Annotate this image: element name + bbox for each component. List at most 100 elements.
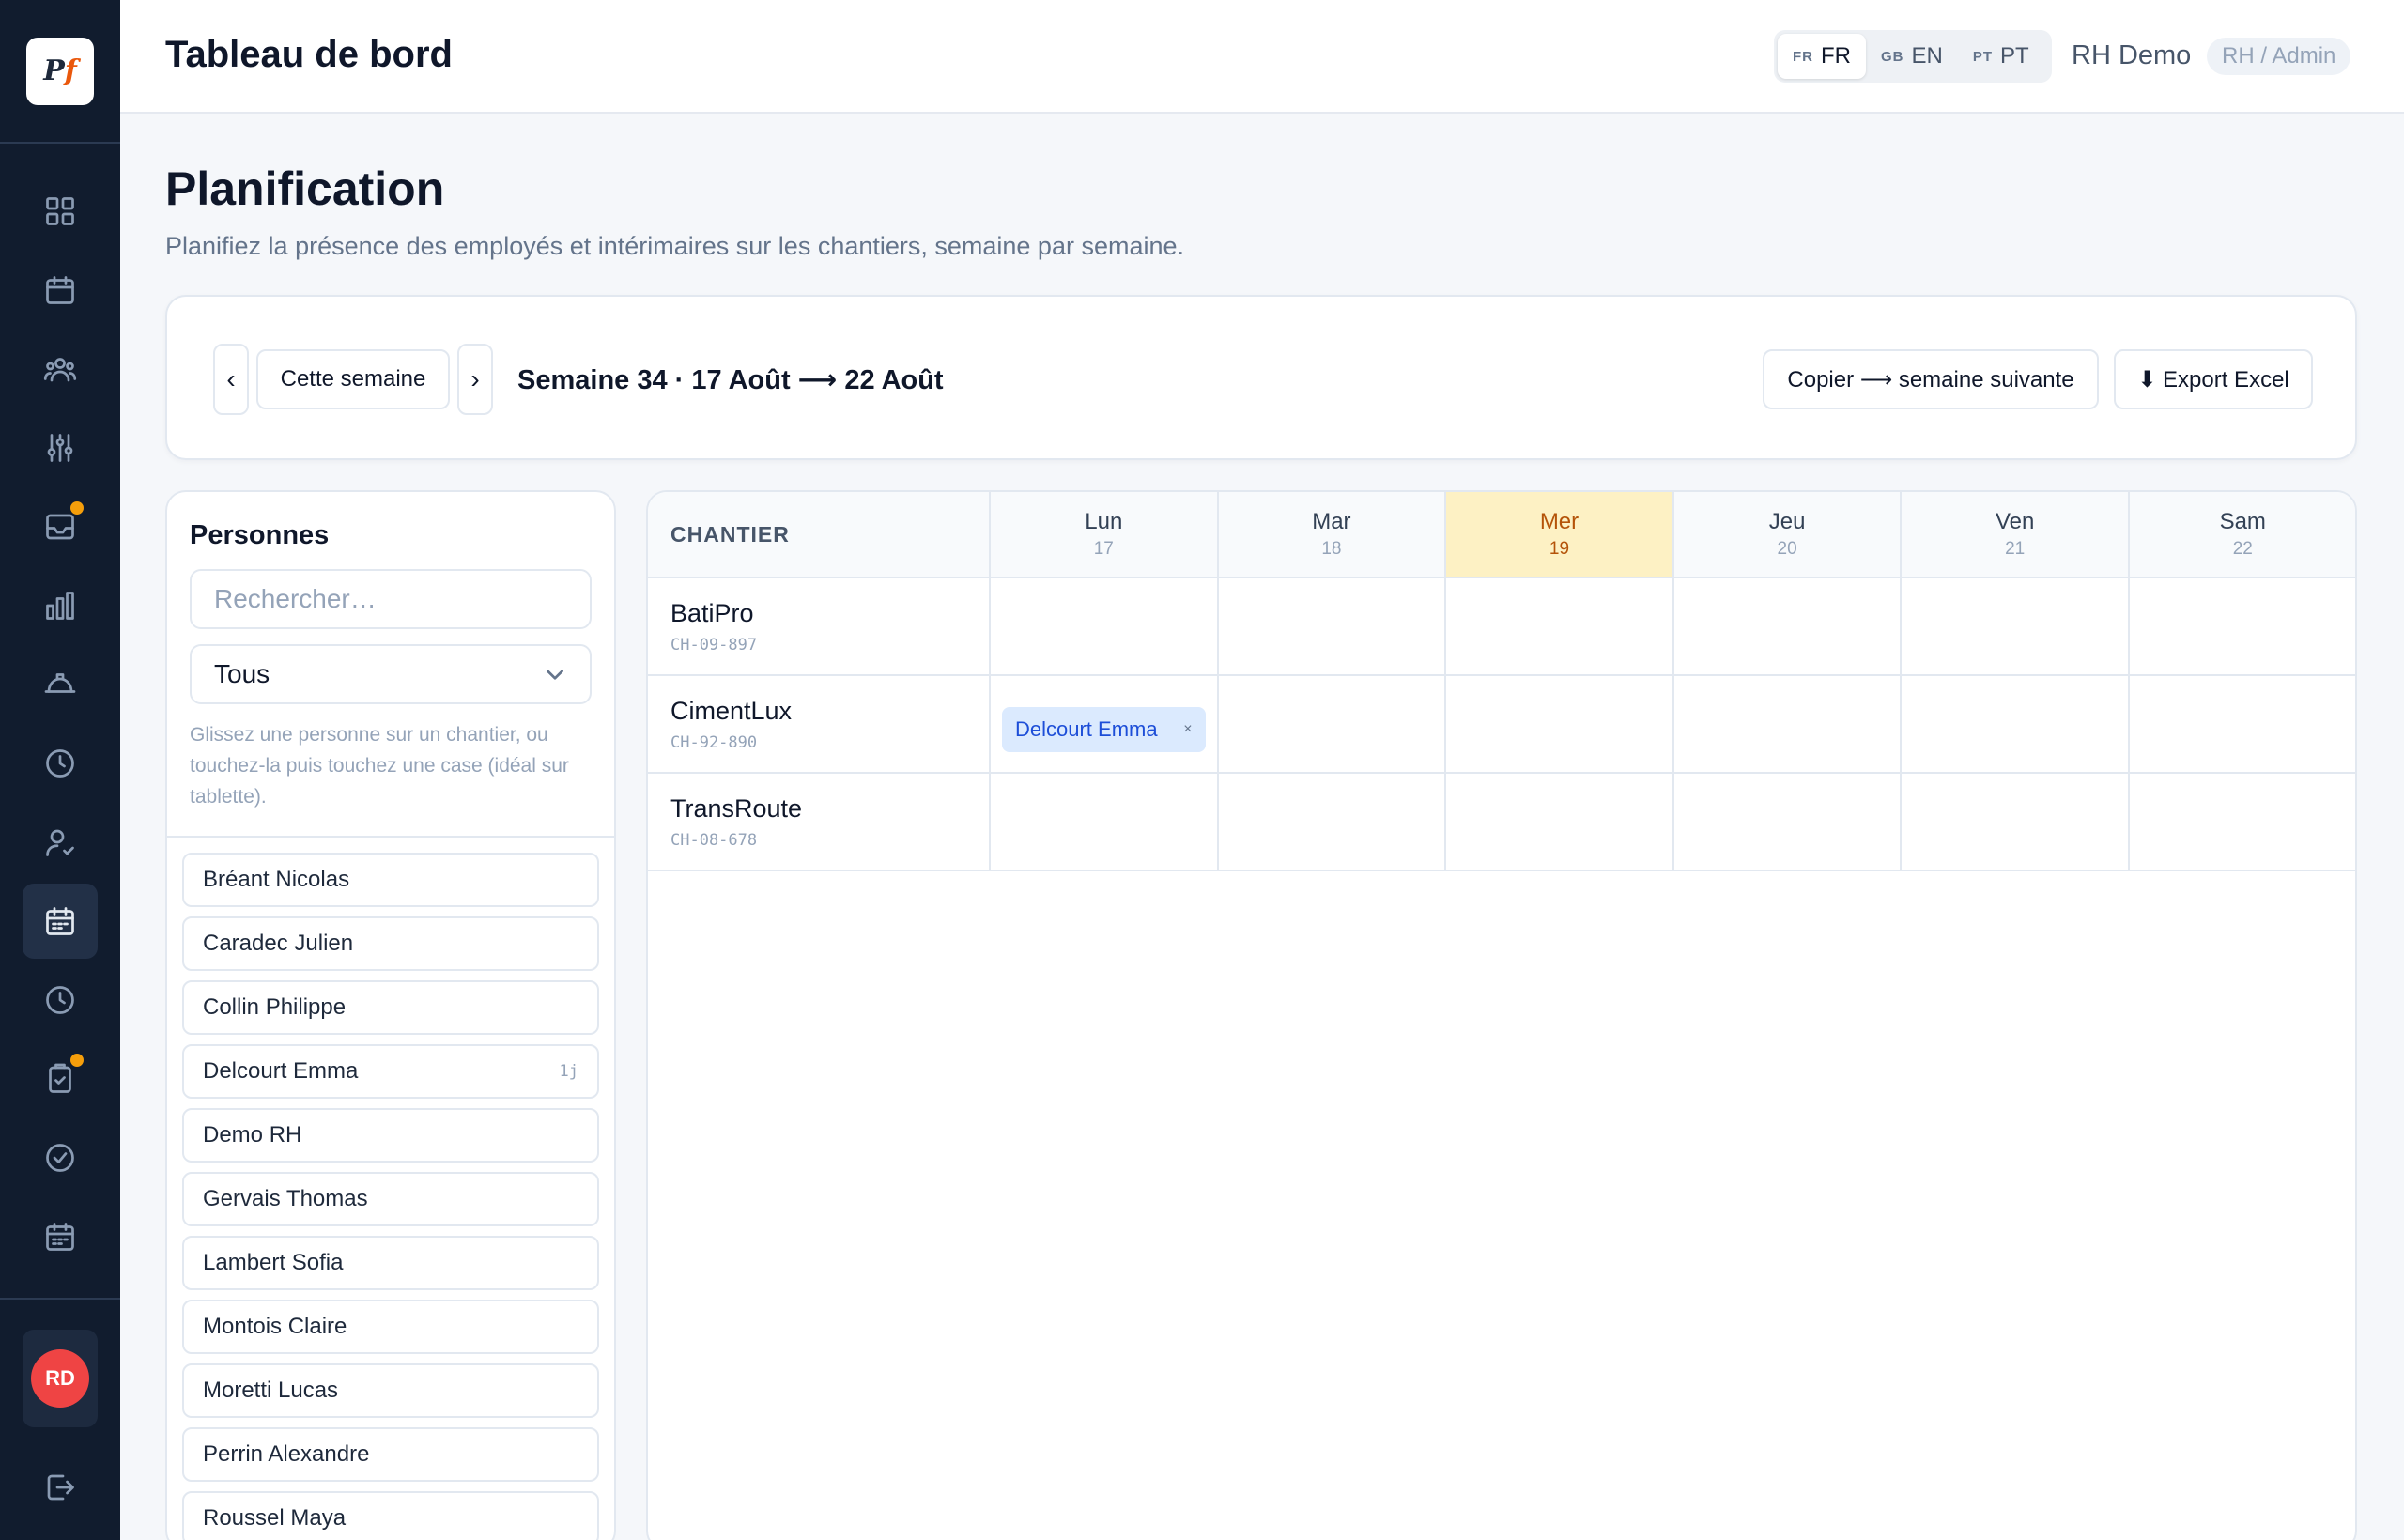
sidebar-item-reports[interactable] [23, 568, 98, 643]
person-item[interactable]: Delcourt Emma 1j [182, 1044, 599, 1099]
person-item[interactable]: Collin Philippe [182, 980, 599, 1035]
person-name: Lambert Sofia [203, 1250, 344, 1275]
sidebar-item-sites[interactable] [23, 647, 98, 722]
filter-value: Tous [214, 659, 270, 688]
search-input[interactable] [190, 569, 592, 629]
sidebar-item-schedule[interactable] [23, 1199, 98, 1274]
schedule-cell[interactable] [2128, 675, 2355, 774]
copy-next-week-button[interactable]: Copier ⟶ semaine suivante [1763, 349, 2099, 409]
sidebar-item-dashboard[interactable] [23, 174, 98, 249]
person-name: Bréant Nicolas [203, 867, 350, 892]
week-label: Semaine 34 · 17 Août ⟶ 22 Août [517, 365, 944, 395]
person-item[interactable]: Caradec Julien [182, 916, 599, 971]
person-name: Gervais Thomas [203, 1186, 368, 1211]
person-day-count: 1j [559, 1062, 578, 1081]
divider [167, 836, 614, 838]
sidebar-item-inbox[interactable] [23, 489, 98, 564]
lang-button-pt[interactable]: PT PT [1958, 34, 2044, 79]
person-item[interactable]: Lambert Sofia [182, 1236, 599, 1290]
day-name: Mer [1539, 509, 1580, 534]
remove-assignment-icon[interactable]: × [1183, 721, 1192, 738]
schedule-cell[interactable]: Delcourt Emma × [990, 675, 1219, 774]
user-avatar-button[interactable]: RD [23, 1330, 98, 1427]
person-item[interactable]: Moretti Lucas [182, 1363, 599, 1418]
app-logo[interactable]: Pf [26, 37, 94, 105]
sidebar-item-calendar[interactable] [23, 253, 98, 328]
sidebar-item-settings[interactable] [23, 410, 98, 485]
clock-icon [46, 749, 74, 778]
schedule-cell[interactable] [990, 773, 1219, 871]
site-row: BatiPro CH-09-897 [648, 578, 2355, 676]
planning-table: CHANTIER Lun 17 Mar 18 Mer 19 Jeu 20 Ven 21 Sam 22 … [648, 492, 2355, 871]
column-header-day: Sam 22 [2128, 492, 2355, 578]
schedule-cell[interactable] [1217, 578, 1447, 676]
calendar-icon [46, 276, 74, 304]
person-item[interactable]: Roussel Maya [182, 1491, 599, 1540]
assignment-chip[interactable]: Delcourt Emma × [1002, 707, 1206, 752]
people-filter-select[interactable]: Tous [190, 644, 592, 704]
person-item[interactable]: Montois Claire [182, 1300, 599, 1354]
sidebar-item-validation[interactable] [23, 805, 98, 880]
schedule-cell[interactable] [1901, 773, 2130, 871]
sidebar-nav [0, 174, 120, 1278]
person-item[interactable]: Demo RH [182, 1108, 599, 1163]
sidebar-item-planning[interactable] [23, 884, 98, 959]
person-item[interactable]: Gervais Thomas [182, 1172, 599, 1226]
column-header-day: Lun 17 [990, 492, 1219, 578]
sidebar-item-history[interactable] [23, 962, 98, 1038]
sidebar-item-time[interactable] [23, 726, 98, 801]
sidebar-item-tasks[interactable] [23, 1041, 98, 1116]
page-subtitle: Planifiez la présence des employés et in… [165, 232, 1185, 260]
person-item[interactable]: Perrin Alexandre [182, 1427, 599, 1482]
schedule-cell[interactable] [2128, 773, 2355, 871]
person-name: Roussel Maya [203, 1505, 347, 1531]
schedule-cell[interactable] [1445, 675, 1674, 774]
person-item[interactable]: Bréant Nicolas [182, 853, 599, 907]
schedule-cell[interactable] [1901, 578, 2130, 676]
lang-code: FR [1793, 48, 1813, 65]
page-title: Planification [165, 162, 445, 215]
schedule-cell[interactable] [1901, 675, 2130, 774]
sidebar-item-approvals[interactable] [23, 1120, 98, 1195]
sidebar-item-users[interactable] [23, 331, 98, 407]
schedule-cell[interactable] [1672, 578, 1903, 676]
chevron-down-icon [547, 670, 563, 680]
site-name: TransRoute [670, 793, 803, 823]
logo-area: Pf [0, 0, 120, 144]
column-header-day: Ven 21 [1901, 492, 2130, 578]
schedule-cell[interactable] [1217, 675, 1447, 774]
lang-label: EN [1911, 43, 1943, 69]
lang-code: PT [1972, 48, 1994, 65]
export-excel-button[interactable]: ⬇ Export Excel [2114, 349, 2313, 409]
check-circle-icon [46, 1144, 74, 1172]
lang-code: GB [1881, 48, 1904, 65]
schedule-cell[interactable] [1217, 773, 1447, 871]
schedule-cell[interactable] [1445, 578, 1674, 676]
sliders-icon [47, 434, 73, 462]
calendar-grid-icon [46, 907, 74, 935]
person-name: Delcourt Emma [203, 1058, 359, 1084]
column-header-day: Mar 18 [1217, 492, 1447, 578]
current-week-button[interactable]: Cette semaine [256, 349, 450, 409]
schedule-cell[interactable] [1672, 773, 1903, 871]
lang-button-en[interactable]: GB EN [1866, 34, 1958, 79]
user-name: RH Demo [2072, 40, 2192, 70]
previous-week-button[interactable]: ‹ [213, 344, 249, 415]
logout-button[interactable] [23, 1450, 98, 1525]
day-name: Mar [1312, 509, 1351, 534]
person-name: Collin Philippe [203, 994, 347, 1020]
site-code: CH-09-897 [670, 635, 758, 654]
schedule-cell[interactable] [1672, 675, 1903, 774]
bar-chart-icon [46, 592, 74, 620]
sidebar-footer: RD [0, 1298, 120, 1540]
next-week-button[interactable]: › [457, 344, 493, 415]
notification-badge [70, 1054, 84, 1067]
site-name: CimentLux [670, 696, 793, 725]
topbar: Tableau de bord FR FR GB EN PT PT RH Dem… [120, 0, 2404, 114]
schedule-cell[interactable] [2128, 578, 2355, 676]
schedule-cell[interactable] [1445, 773, 1674, 871]
drag-hint: Glissez une personne sur un chantier, ou… [190, 724, 569, 808]
user-check-icon [46, 829, 74, 856]
schedule-cell[interactable] [990, 578, 1219, 676]
lang-button-fr[interactable]: FR FR [1778, 34, 1866, 79]
